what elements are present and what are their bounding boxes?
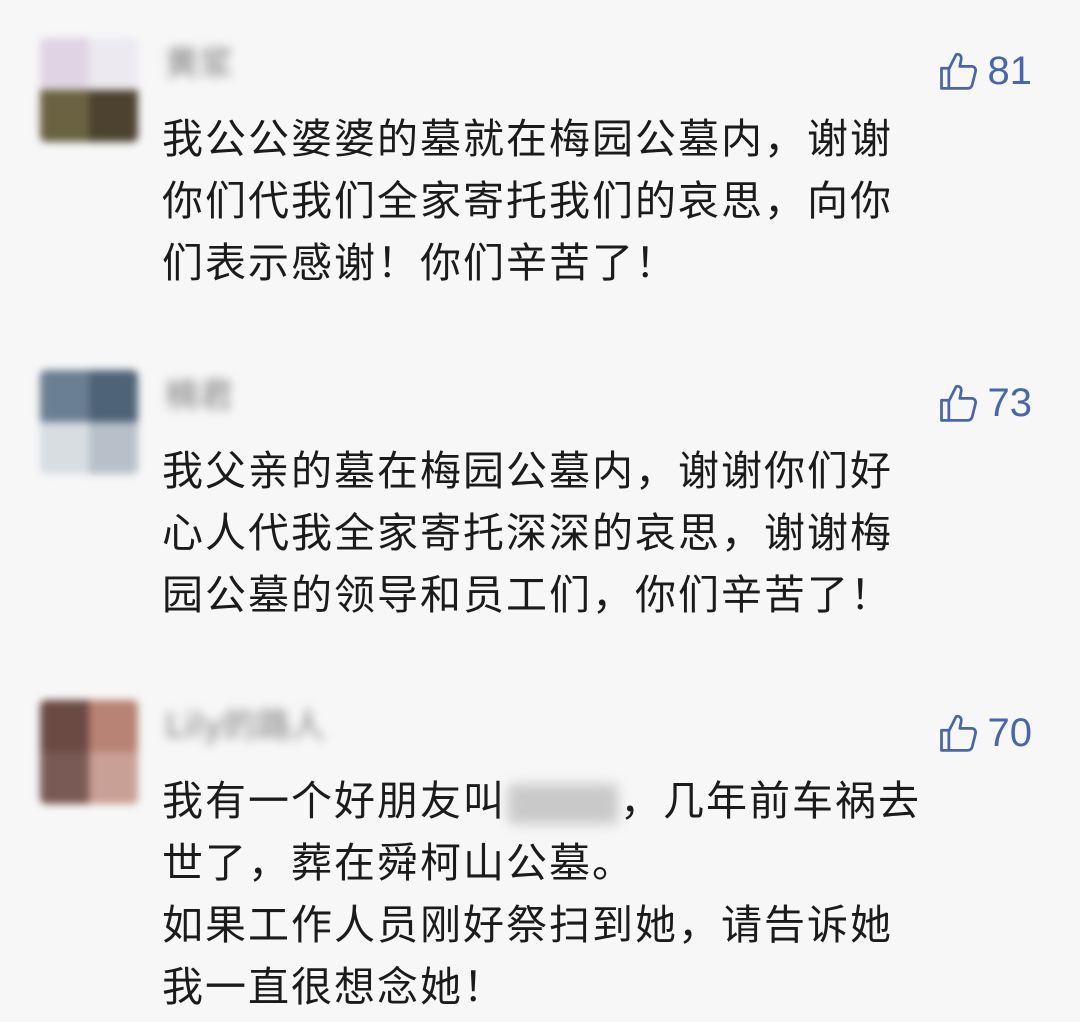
like-button[interactable]: 81 xyxy=(936,46,1033,96)
avatar-pixel xyxy=(40,752,89,804)
comment-line: 们表示感谢！你们辛苦了！ xyxy=(162,239,678,287)
thumbs-up-icon xyxy=(939,52,977,90)
avatar-pixel xyxy=(89,90,138,142)
avatar-pixel xyxy=(40,422,89,474)
comment-text: 我父亲的墓在梅园公墓内，谢谢你们好 心人代我全家寄托深深的哀思，谢谢梅 园公墓的… xyxy=(162,440,1002,626)
comment-text-segment: ，几年前车祸去 xyxy=(620,777,921,825)
avatar-pixel xyxy=(40,700,89,752)
comment-line: 我父亲的墓在梅园公墓内，谢谢你们好 xyxy=(162,447,893,495)
avatar[interactable] xyxy=(40,370,138,474)
username[interactable]: 黄浆 xyxy=(165,44,233,84)
avatar-pixel xyxy=(89,752,138,804)
thumbs-up-icon xyxy=(939,714,977,752)
like-button[interactable]: 73 xyxy=(936,378,1033,428)
avatar-pixel xyxy=(40,38,89,90)
avatar-pixel xyxy=(89,422,138,474)
redacted-name xyxy=(508,784,618,824)
avatar-pixel xyxy=(89,38,138,90)
comment-text: 我有一个好朋友叫 ，几年前车祸去 世了，葬在舜柯山公墓。 如果工作人员刚好祭扫到她… xyxy=(162,770,1002,1018)
avatar-pixel xyxy=(89,370,138,422)
comment-line: 你们代我们全家寄托我们的哀思，向你 xyxy=(162,177,893,225)
like-count: 70 xyxy=(987,711,1033,755)
like-count: 73 xyxy=(987,381,1033,425)
username[interactable]: 楠君 xyxy=(165,376,233,416)
comment-line: 如果工作人员刚好祭扫到她，请告诉她 xyxy=(162,901,893,949)
avatar[interactable] xyxy=(40,38,138,142)
comment-text: 我公公婆婆的墓就在梅园公墓内，谢谢 你们代我们全家寄托我们的哀思，向你 们表示感… xyxy=(162,108,1002,294)
like-count: 81 xyxy=(987,49,1033,93)
comment-line: 心人代我全家寄托深深的哀思，谢谢梅 xyxy=(162,509,893,557)
username[interactable]: Lily的路人 xyxy=(165,706,325,746)
comment-line: 园公墓的领导和员工们，你们辛苦了！ xyxy=(162,571,893,619)
comment-text-segment: 我有一个好朋友叫 xyxy=(162,777,506,825)
avatar-pixel xyxy=(89,700,138,752)
comment-line: 我公公婆婆的墓就在梅园公墓内，谢谢 xyxy=(162,115,893,163)
thumbs-up-icon xyxy=(939,384,977,422)
avatar[interactable] xyxy=(40,700,138,804)
comment-line: 我一直很想念她！ xyxy=(162,963,506,1011)
avatar-pixel xyxy=(40,370,89,422)
like-button[interactable]: 70 xyxy=(936,708,1033,758)
comment-line: 我有一个好朋友叫 ，几年前车祸去 xyxy=(162,770,1002,832)
avatar-pixel xyxy=(40,90,89,142)
comment-line: 世了，葬在舜柯山公墓。 xyxy=(162,839,635,887)
